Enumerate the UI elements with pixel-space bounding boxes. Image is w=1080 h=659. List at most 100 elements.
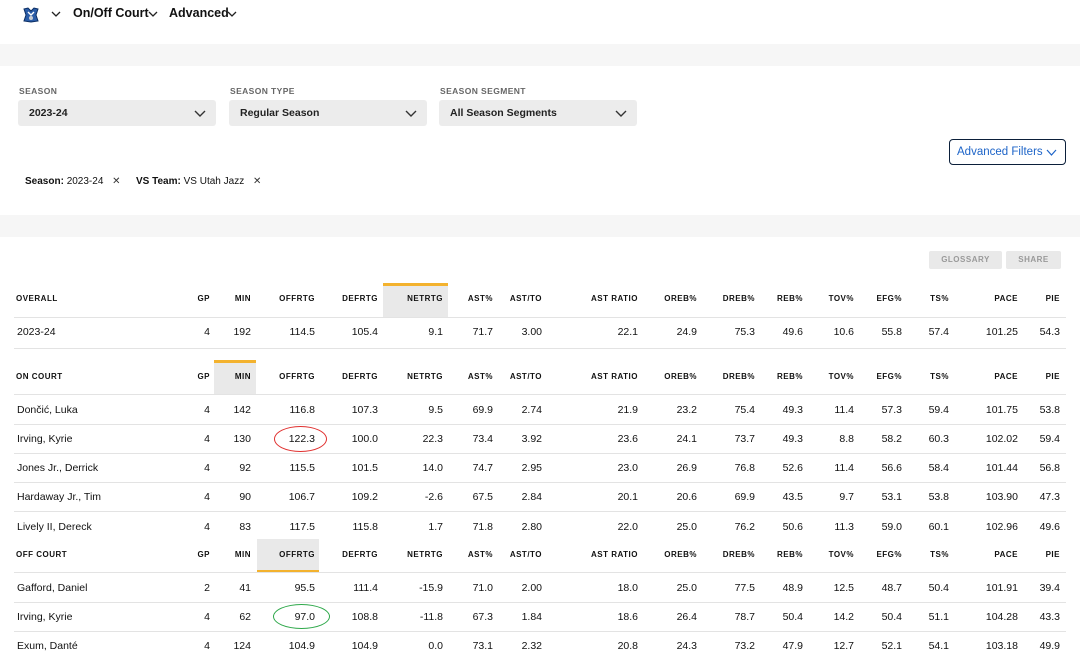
column-header[interactable]: TOV% — [829, 372, 854, 381]
player-name-link[interactable]: Jones Jr., Derrick — [17, 462, 98, 474]
column-header[interactable]: OFFRTG — [279, 372, 315, 381]
column-header[interactable]: TS% — [930, 294, 949, 303]
column-header[interactable]: GP — [197, 372, 210, 381]
column-header[interactable]: REB% — [777, 294, 803, 303]
stat-cell: 43.3 — [1039, 611, 1060, 623]
stat-cell: 24.1 — [676, 433, 697, 445]
column-header[interactable]: TS% — [930, 550, 949, 559]
column-header[interactable]: OREB% — [664, 550, 697, 559]
stat-cell: 3.92 — [521, 433, 542, 445]
column-header[interactable]: DEFRTG — [342, 550, 378, 559]
column-header[interactable]: OREB% — [664, 294, 697, 303]
season-type-select[interactable]: Regular Season — [229, 100, 427, 126]
column-header[interactable]: OFFRTG — [279, 550, 315, 559]
player-name-link[interactable]: Irving, Kyrie — [17, 611, 72, 623]
nav-section-on-off-court[interactable]: On/Off Court — [73, 6, 149, 20]
nav-mode-advanced[interactable]: Advanced — [169, 6, 229, 20]
column-header[interactable]: AST% — [468, 550, 493, 559]
player-name-link[interactable]: Gafford, Daniel — [17, 582, 87, 594]
stat-cell: 69.9 — [472, 404, 493, 416]
stat-cell: 101.91 — [985, 582, 1018, 594]
column-header[interactable]: PACE — [994, 372, 1018, 381]
column-header[interactable]: EFG% — [876, 372, 902, 381]
stat-cell: 101.5 — [351, 462, 378, 474]
stat-cell: 9.7 — [839, 491, 854, 503]
column-header[interactable]: GP — [197, 550, 210, 559]
stat-cell: 9.1 — [428, 326, 443, 338]
red-circle-annotation — [274, 426, 327, 452]
player-name-link[interactable]: Dončić, Luka — [17, 404, 78, 416]
stat-cell: 117.5 — [289, 521, 316, 533]
column-header[interactable]: AST/TO — [510, 294, 542, 303]
column-header[interactable]: MIN — [235, 372, 251, 381]
stat-cell: 60.3 — [928, 433, 949, 445]
stat-cell: 58.2 — [881, 433, 902, 445]
column-header[interactable]: OREB% — [664, 372, 697, 381]
player-name-link[interactable]: Irving, Kyrie — [17, 433, 72, 445]
column-header[interactable]: TS% — [930, 372, 949, 381]
stat-cell: 54.1 — [928, 640, 949, 652]
mavericks-logo-icon[interactable] — [22, 6, 40, 24]
column-header[interactable]: AST/TO — [510, 372, 542, 381]
stat-cell: 2.74 — [521, 404, 542, 416]
mode-dropdown-chevron-icon[interactable] — [226, 8, 238, 20]
stat-cell: 60.1 — [928, 521, 949, 533]
column-header[interactable]: GP — [197, 294, 210, 303]
column-header[interactable]: EFG% — [876, 550, 902, 559]
player-name-link[interactable]: Exum, Danté — [17, 640, 78, 652]
season-cell: 2023-24 — [17, 326, 56, 338]
team-dropdown-chevron-icon[interactable] — [50, 8, 62, 20]
column-header[interactable]: PIE — [1046, 372, 1060, 381]
stat-cell: 71.0 — [472, 582, 493, 594]
column-header[interactable]: DREB% — [723, 550, 755, 559]
stat-cell: 24.3 — [676, 640, 697, 652]
glossary-button[interactable]: GLOSSARY — [929, 251, 1002, 269]
advanced-filters-button[interactable]: Advanced Filters — [949, 139, 1066, 165]
column-header[interactable]: REB% — [777, 372, 803, 381]
player-name-link[interactable]: Lively II, Dereck — [17, 521, 92, 533]
season-segment-select[interactable]: All Season Segments — [439, 100, 637, 126]
column-header[interactable]: TOV% — [829, 294, 854, 303]
column-header[interactable]: PACE — [994, 550, 1018, 559]
stat-cell: 10.6 — [833, 326, 854, 338]
column-header[interactable]: REB% — [777, 550, 803, 559]
column-header[interactable]: AST RATIO — [591, 294, 638, 303]
chip-value: 2023-24 — [66, 176, 104, 187]
section-dropdown-chevron-icon[interactable] — [147, 8, 159, 20]
row-divider — [14, 482, 1066, 483]
column-header[interactable]: TOV% — [829, 550, 854, 559]
row-divider — [14, 602, 1066, 603]
column-header[interactable]: DREB% — [723, 294, 755, 303]
column-header[interactable]: AST/TO — [510, 550, 542, 559]
column-header[interactable]: PIE — [1046, 550, 1060, 559]
column-header[interactable]: AST RATIO — [591, 550, 638, 559]
stat-cell: 2.00 — [521, 582, 542, 594]
season-select[interactable]: 2023-24 — [18, 100, 216, 126]
column-header[interactable]: OFFRTG — [279, 294, 315, 303]
column-header[interactable]: DEFRTG — [342, 294, 378, 303]
column-header[interactable]: MIN — [235, 550, 251, 559]
stat-cell: 130 — [233, 433, 251, 445]
column-header[interactable]: AST% — [468, 372, 493, 381]
share-button[interactable]: SHARE — [1006, 251, 1061, 269]
column-header[interactable]: NETRTG — [407, 550, 443, 559]
remove-filter-close-icon[interactable]: ✕ — [253, 176, 261, 187]
stat-cell: 54.3 — [1039, 326, 1060, 338]
stat-cell: 23.6 — [617, 433, 638, 445]
column-header[interactable]: PACE — [994, 294, 1018, 303]
stat-cell: 4 — [204, 611, 210, 623]
stat-cell: 104.9 — [351, 640, 378, 652]
stat-cell: 103.18 — [985, 640, 1018, 652]
column-header[interactable]: MIN — [235, 294, 251, 303]
column-header[interactable]: NETRTG — [407, 294, 443, 303]
column-header[interactable]: AST% — [468, 294, 493, 303]
section-divider — [0, 44, 1080, 66]
column-header[interactable]: DEFRTG — [342, 372, 378, 381]
column-header[interactable]: EFG% — [876, 294, 902, 303]
player-name-link[interactable]: Hardaway Jr., Tim — [17, 491, 101, 503]
column-header[interactable]: PIE — [1046, 294, 1060, 303]
column-header[interactable]: AST RATIO — [591, 372, 638, 381]
column-header[interactable]: DREB% — [723, 372, 755, 381]
column-header[interactable]: NETRTG — [407, 372, 443, 381]
remove-filter-close-icon[interactable]: ✕ — [112, 176, 120, 187]
